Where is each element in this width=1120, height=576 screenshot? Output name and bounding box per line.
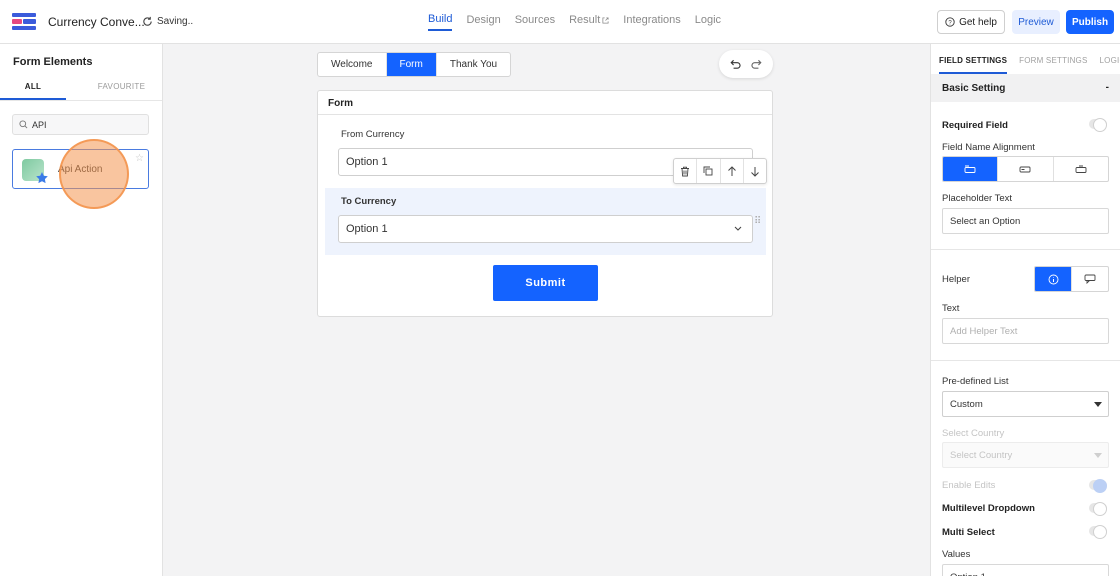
info-icon[interactable] [1035, 267, 1072, 291]
basic-setting-header[interactable]: Basic Setting - [931, 74, 1120, 102]
required-field-label: Required Field [942, 120, 1008, 131]
predefined-list-select[interactable]: Custom [942, 391, 1109, 417]
nav-tab-result-label: Result [569, 14, 601, 26]
sync-icon [143, 16, 152, 26]
basic-setting-title: Basic Setting [942, 83, 1006, 94]
form-title[interactable]: Currency Conve... [48, 15, 145, 29]
redo-icon[interactable] [749, 55, 767, 73]
get-help-button[interactable]: ? Get help [937, 10, 1005, 34]
value-option-input[interactable]: Option 1 [942, 564, 1109, 576]
predefined-list-value: Custom [950, 399, 983, 410]
tooltip-icon[interactable] [1072, 267, 1108, 291]
top-header: Currency Conve... Saving.. Build Design … [0, 0, 1120, 44]
required-field-toggle[interactable] [1089, 118, 1107, 132]
submit-button[interactable]: Submit [493, 265, 598, 301]
predefined-list-label: Pre-defined List [942, 376, 1009, 387]
drag-handle-icon[interactable]: ⠿ [754, 216, 761, 227]
undo-icon[interactable] [726, 55, 744, 73]
tab-logic[interactable]: LOGIC [1100, 44, 1120, 74]
nav-tab-sources[interactable]: Sources [515, 13, 555, 31]
enable-edits-label: Enable Edits [942, 480, 996, 491]
align-left-icon[interactable] [998, 157, 1054, 181]
saving-text: Saving.. [157, 16, 194, 27]
nav-tab-design[interactable]: Design [466, 13, 500, 31]
app-logo-icon [12, 13, 36, 30]
delete-icon[interactable] [674, 159, 698, 183]
panel-title: Form Elements [13, 56, 93, 68]
nav-tab-result[interactable]: Result [569, 13, 609, 31]
chevron-down-icon [734, 226, 742, 231]
helper-type-segment [1034, 266, 1109, 292]
element-search [12, 114, 149, 135]
tab-form-settings[interactable]: FORM SETTINGS [1019, 44, 1087, 74]
undo-redo-group [719, 50, 773, 78]
select-country-value: Select Country [950, 450, 1013, 461]
help-circle-icon: ? [945, 17, 955, 27]
field-action-toolbar [673, 158, 767, 184]
duplicate-icon[interactable] [697, 159, 721, 183]
get-help-label: Get help [959, 16, 997, 28]
nav-tab-integrations[interactable]: Integrations [623, 13, 680, 31]
enable-edits-toggle [1089, 479, 1107, 493]
move-down-icon[interactable] [744, 159, 766, 183]
tab-all[interactable]: ALL [0, 76, 66, 100]
to-currency-label: To Currency [341, 196, 397, 207]
tab-favourite[interactable]: FAVOURITE [81, 76, 162, 100]
alignment-segment [942, 156, 1109, 182]
page-tab-welcome[interactable]: Welcome [318, 53, 387, 76]
search-icon [19, 120, 28, 129]
select-country-label: Select Country [942, 428, 1005, 439]
form-elements-panel: Form Elements ALL FAVOURITE Api Action ☆ [0, 44, 163, 576]
page-tab-form[interactable]: Form [386, 53, 437, 76]
page-tab-thank-you[interactable]: Thank You [437, 53, 510, 76]
multi-select-toggle[interactable] [1089, 525, 1107, 539]
publish-button[interactable]: Publish [1066, 10, 1114, 34]
caret-down-icon [1094, 402, 1102, 407]
collapse-icon[interactable]: - [1106, 82, 1109, 93]
tab-field-settings[interactable]: FIELD SETTINGS [939, 44, 1008, 74]
helper-text-input[interactable]: Add Helper Text [942, 318, 1109, 344]
nav-tab-build[interactable]: Build [428, 13, 453, 31]
caret-down-icon [1094, 453, 1102, 458]
helper-label: Helper [942, 274, 970, 285]
divider [931, 249, 1120, 250]
align-top-icon[interactable] [943, 157, 999, 181]
page-tabs: Welcome Form Thank You [317, 52, 512, 77]
star-badge-icon [36, 172, 48, 184]
form-canvas: Form From Currency Option 1 To Currency … [317, 90, 773, 317]
search-input[interactable] [32, 119, 142, 130]
external-link-icon [602, 16, 609, 24]
alignment-label: Field Name Alignment [942, 142, 1035, 153]
element-label: Api Action [58, 164, 103, 175]
multilevel-dropdown-toggle[interactable] [1089, 502, 1107, 516]
saving-status: Saving.. [142, 16, 193, 27]
placeholder-text-label: Placeholder Text [942, 193, 1013, 204]
favourite-star-icon[interactable]: ☆ [135, 153, 144, 164]
placeholder-text-input[interactable]: Select an Option [942, 208, 1109, 234]
nav-tab-logic[interactable]: Logic [695, 13, 721, 31]
align-inline-icon[interactable] [1054, 157, 1108, 181]
preview-button[interactable]: Preview [1012, 10, 1060, 34]
select-country-select: Select Country [942, 442, 1109, 468]
multi-select-label: Multi Select [942, 527, 995, 538]
multilevel-dropdown-label: Multilevel Dropdown [942, 503, 1035, 514]
to-currency-select[interactable]: Option 1 [338, 215, 753, 243]
element-api-action[interactable]: Api Action ☆ [12, 149, 149, 189]
to-currency-value: Option 1 [346, 223, 388, 235]
helper-text-label: Text [942, 303, 960, 314]
from-currency-label: From Currency [341, 129, 405, 140]
divider [931, 360, 1120, 361]
settings-tabs: FIELD SETTINGS FORM SETTINGS LOGIC [931, 44, 1120, 74]
main-nav: Build Design Sources Result Integrations… [428, 13, 721, 31]
values-label: Values [942, 549, 971, 560]
move-up-icon[interactable] [721, 159, 744, 183]
form-section-title: Form [318, 91, 772, 115]
settings-panel: FIELD SETTINGS FORM SETTINGS LOGIC Basic… [930, 44, 1120, 576]
elements-tabs: ALL FAVOURITE [0, 76, 162, 101]
